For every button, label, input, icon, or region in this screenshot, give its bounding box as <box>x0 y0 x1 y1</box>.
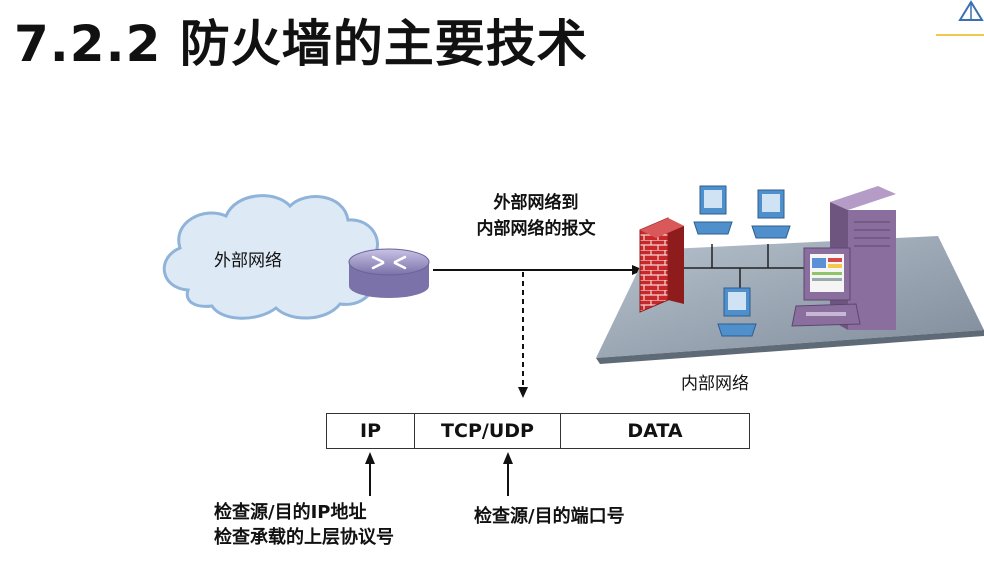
ip-check-annotation: 检查源/目的IP地址 检查承载的上层协议号 <box>214 500 394 550</box>
arrow-up-icon <box>503 452 513 496</box>
ip-check-line1: 检查源/目的IP地址 <box>214 502 367 523</box>
annotation-arrows <box>365 452 513 496</box>
arrow-up-icon <box>365 452 375 496</box>
slide: 7.2.2 防火墙的主要技术 外部网络 外部网络到 内部网络的报文 内部网络 I… <box>0 0 984 565</box>
port-check-annotation: 检查源/目的端口号 <box>474 506 625 527</box>
ip-check-line2: 检查承载的上层协议号 <box>214 527 394 548</box>
